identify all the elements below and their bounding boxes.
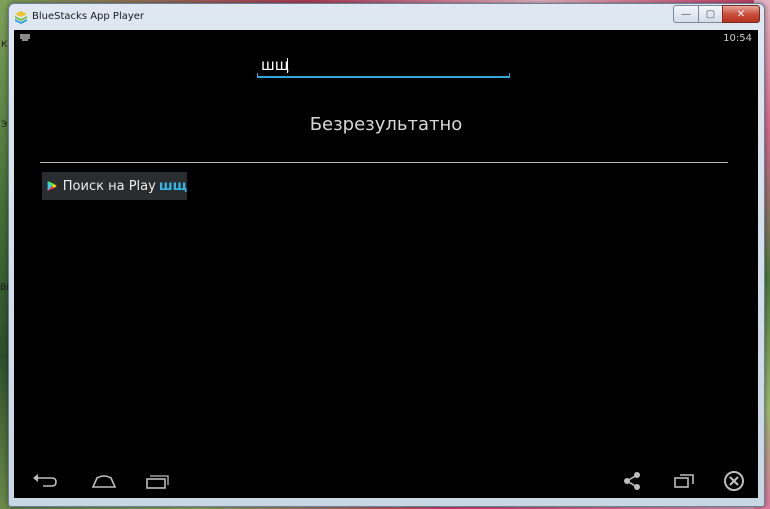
share-button[interactable] bbox=[616, 469, 648, 493]
window-title: BlueStacks App Player bbox=[32, 11, 145, 22]
results-divider bbox=[40, 162, 728, 163]
close-window-button[interactable]: ✕ bbox=[722, 5, 760, 23]
desktop-edge-letter: К bbox=[1, 40, 8, 50]
recent-apps-icon bbox=[146, 475, 169, 489]
search-input-underline bbox=[257, 73, 510, 78]
android-navigation-bar bbox=[14, 465, 758, 498]
home-icon bbox=[91, 475, 117, 488]
close-icon bbox=[724, 471, 744, 491]
recent-apps-button[interactable] bbox=[141, 469, 173, 493]
maximize-icon: ▢ bbox=[705, 8, 716, 20]
home-button[interactable] bbox=[88, 469, 120, 493]
screen-rotate-icon bbox=[674, 474, 694, 488]
search-on-play-query: шщ bbox=[158, 178, 187, 194]
bluestacks-window: BlueStacks App Player — ▢ ✕ 10:54 Безрез… bbox=[8, 3, 765, 507]
bluestacks-logo-icon bbox=[15, 11, 27, 24]
window-titlebar[interactable]: BlueStacks App Player — ▢ ✕ bbox=[9, 4, 764, 30]
android-screen: 10:54 Безрезультатно Поиск на Play шщ bbox=[14, 30, 758, 498]
minimize-button[interactable]: — bbox=[673, 5, 699, 23]
play-store-icon bbox=[47, 181, 57, 191]
text-caret bbox=[287, 58, 288, 73]
share-icon bbox=[624, 472, 640, 490]
search-on-play-label: Поиск на Play bbox=[62, 178, 156, 194]
screen-rotate-button[interactable] bbox=[668, 469, 700, 493]
minimize-icon: — bbox=[681, 8, 691, 20]
status-bar: 10:54 bbox=[14, 30, 758, 47]
back-button[interactable] bbox=[29, 469, 61, 493]
status-clock: 10:54 bbox=[723, 33, 752, 44]
no-results-message: Безрезультатно bbox=[309, 114, 463, 135]
desktop-edge-letter: Э bbox=[1, 120, 8, 130]
search-on-play-button[interactable]: Поиск на Play шщ bbox=[42, 172, 187, 200]
back-icon bbox=[33, 474, 57, 487]
close-app-button[interactable] bbox=[718, 469, 750, 493]
search-input[interactable] bbox=[257, 54, 510, 76]
maximize-button[interactable]: ▢ bbox=[698, 5, 723, 23]
close-window-icon: ✕ bbox=[736, 8, 746, 20]
notification-icon bbox=[20, 34, 30, 41]
